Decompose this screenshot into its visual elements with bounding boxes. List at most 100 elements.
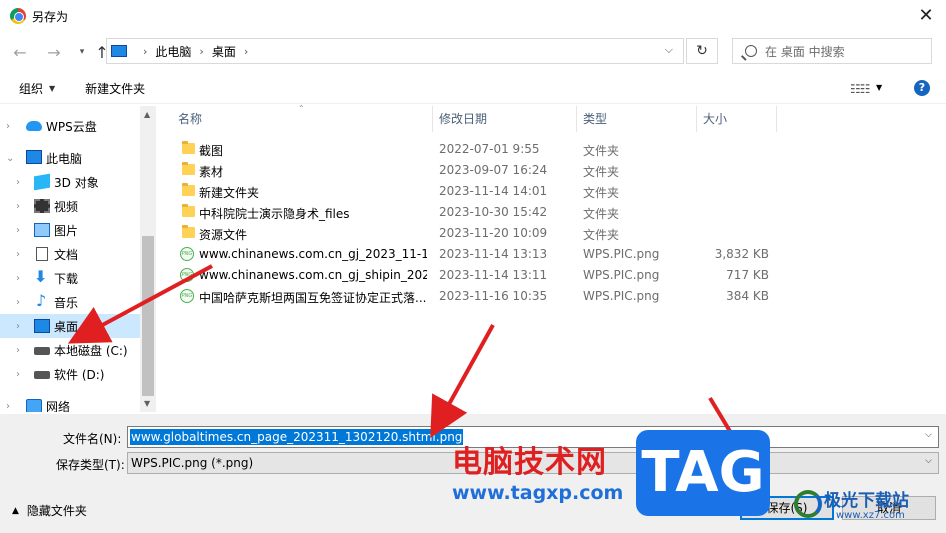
scrollbar-thumb[interactable] <box>142 236 154 396</box>
table-row[interactable]: PNG 中国哈萨克斯坦两国互免签证协定正式落... 2023-11-16 10:… <box>158 286 778 307</box>
chevron-right-icon[interactable]: › <box>6 121 10 132</box>
file-name: www.chinanews.com.cn_gj_2023_11-1... <box>199 247 427 261</box>
file-date: 2023-09-07 16:24 <box>439 163 548 177</box>
save-form: 文件名(N): www.globaltimes.cn_page_202311_1… <box>0 414 946 533</box>
sidebar-item-music[interactable]: › ♪ 音乐 <box>0 290 140 314</box>
sidebar-item-pictures[interactable]: › 图片 <box>0 218 140 242</box>
save-button[interactable]: 保存(S) <box>740 496 834 520</box>
column-header-type[interactable]: 类型 <box>583 106 607 132</box>
sidebar-item-software-d[interactable]: › 软件 (D:) <box>0 362 140 386</box>
sidebar-item-this-pc[interactable]: ⌄ 此电脑 <box>0 146 140 170</box>
file-name: 截图 <box>199 144 224 158</box>
sidebar-item-documents[interactable]: › 文档 <box>0 242 140 266</box>
chevron-right-icon[interactable]: › <box>16 369 20 380</box>
organize-label: 组织 <box>19 82 44 96</box>
chevron-right-icon[interactable]: › <box>16 249 20 260</box>
table-row[interactable]: PNG www.chinanews.com.cn_gj_shipin_202..… <box>158 265 778 286</box>
music-icon: ♪ <box>36 291 47 310</box>
chevron-right-icon[interactable]: › <box>16 177 20 188</box>
file-name: 中科院院士演示隐身术_files <box>199 207 350 221</box>
file-name: 素材 <box>199 165 224 179</box>
file-type: WPS.PIC.png <box>583 247 660 261</box>
folder-icon <box>182 225 195 238</box>
chevron-right-icon[interactable]: › <box>16 201 20 212</box>
sidebar-item-label: 本地磁盘 (C:) <box>54 343 128 358</box>
sidebar-scrollbar[interactable]: ▲ ▼ <box>140 106 156 412</box>
forward-button[interactable]: → <box>42 43 66 62</box>
file-date: 2023-10-30 15:42 <box>439 205 548 219</box>
sidebar-item-label: 文档 <box>54 247 79 262</box>
filename-value: www.globaltimes.cn_page_202311_1302120.s… <box>130 429 464 445</box>
filename-label: 文件名(N): <box>63 432 122 446</box>
table-row[interactable]: 素材 2023-09-07 16:24 文件夹 <box>158 160 778 181</box>
column-header-date[interactable]: 修改日期 <box>439 106 487 132</box>
chrome-icon <box>10 8 26 24</box>
folder-icon <box>182 141 195 154</box>
breadcrumb-this-pc[interactable]: 此电脑 <box>155 43 191 60</box>
desktop-icon <box>34 319 50 333</box>
back-button[interactable]: ← <box>8 43 32 62</box>
save-type-select[interactable]: WPS.PIC.png (*.png) ⌵ <box>127 452 939 474</box>
chevron-right-icon[interactable]: › <box>16 273 20 284</box>
chevron-right-icon[interactable]: › <box>6 401 10 412</box>
sidebar-item-3d-objects[interactable]: › 3D 对象 <box>0 170 140 194</box>
search-icon <box>745 45 757 57</box>
folder-icon <box>182 183 195 196</box>
sidebar-item-downloads[interactable]: › ⬇ 下载 <box>0 266 140 290</box>
new-folder-button[interactable]: 新建文件夹 <box>85 80 145 97</box>
help-button[interactable]: ? <box>914 80 930 96</box>
cancel-button[interactable]: 取消 <box>842 496 936 520</box>
png-file-icon: PNG <box>180 268 194 282</box>
chevron-down-icon[interactable]: ⌵ <box>925 456 932 466</box>
chevron-down-icon[interactable]: ⌵ <box>925 430 932 440</box>
chevron-right-icon[interactable]: › <box>16 345 20 356</box>
column-header-name[interactable]: 名称 <box>178 106 202 132</box>
scroll-up-icon[interactable]: ▲ <box>144 110 150 119</box>
sidebar-item-videos[interactable]: › 视频 <box>0 194 140 218</box>
file-size: 717 KB <box>726 268 769 282</box>
organize-button[interactable]: 组织 ▼ <box>19 80 55 97</box>
chevron-right-icon[interactable]: › <box>16 297 20 308</box>
file-size: 384 KB <box>726 289 769 303</box>
breadcrumb-desktop[interactable]: 桌面 <box>212 43 236 60</box>
sidebar-item-local-disk-c[interactable]: › 本地磁盘 (C:) <box>0 338 140 362</box>
scroll-down-icon[interactable]: ▼ <box>144 399 150 408</box>
file-list: ⌃ 名称 修改日期 类型 大小 截图 2022-07-01 9:55 文件夹 素… <box>158 104 946 412</box>
chevron-right-icon[interactable]: › <box>16 225 20 236</box>
search-input[interactable]: 在 桌面 中搜索 <box>732 38 932 64</box>
file-name: 中国哈萨克斯坦两国互免签证协定正式落... <box>199 291 427 305</box>
column-divider[interactable] <box>576 106 577 132</box>
table-row[interactable]: 新建文件夹 2023-11-14 14:01 文件夹 <box>158 181 778 202</box>
hide-folders-toggle[interactable]: ▲ 隐藏文件夹 <box>12 502 87 519</box>
chevron-right-icon[interactable]: › <box>16 321 20 332</box>
filename-input[interactable]: www.globaltimes.cn_page_202311_1302120.s… <box>127 426 939 448</box>
column-divider[interactable] <box>776 106 777 132</box>
column-divider[interactable] <box>432 106 433 132</box>
documents-icon <box>36 247 48 261</box>
caret-down-icon[interactable]: ▼ <box>876 83 882 92</box>
table-row[interactable]: 资源文件 2023-11-20 10:09 文件夹 <box>158 223 778 244</box>
folder-icon <box>182 162 195 175</box>
table-row[interactable]: 截图 2022-07-01 9:55 文件夹 <box>158 139 778 160</box>
table-row[interactable]: 中科院院士演示隐身术_files 2023-10-30 15:42 文件夹 <box>158 202 778 223</box>
computer-icon <box>111 45 127 57</box>
sidebar-item-network[interactable]: › 网络 <box>0 394 140 412</box>
close-button[interactable]: ✕ <box>914 4 938 28</box>
sidebar-item-desktop[interactable]: › 桌面 <box>0 314 140 338</box>
file-size: 3,832 KB <box>714 247 769 261</box>
chevron-right-icon[interactable]: › <box>244 45 248 58</box>
address-bar[interactable]: › 此电脑 › 桌面 › ⌵ <box>106 38 684 64</box>
chevron-down-icon[interactable]: ⌵ <box>665 43 673 57</box>
column-divider[interactable] <box>696 106 697 132</box>
sidebar-item-label: 3D 对象 <box>54 175 99 190</box>
refresh-button[interactable]: ↻ <box>686 38 718 64</box>
file-date: 2023-11-16 10:35 <box>439 289 548 303</box>
view-options-icon[interactable]: ☷☷ <box>850 82 870 96</box>
chevron-down-icon[interactable]: ⌄ <box>6 153 14 164</box>
column-header-size[interactable]: 大小 <box>703 106 727 132</box>
table-row[interactable]: PNG www.chinanews.com.cn_gj_2023_11-1...… <box>158 244 778 265</box>
sidebar-item-wps-cloud[interactable]: › WPS云盘 <box>0 114 140 138</box>
file-type: 文件夹 <box>583 144 620 158</box>
file-date: 2023-11-14 13:11 <box>439 268 548 282</box>
video-icon <box>34 199 50 213</box>
